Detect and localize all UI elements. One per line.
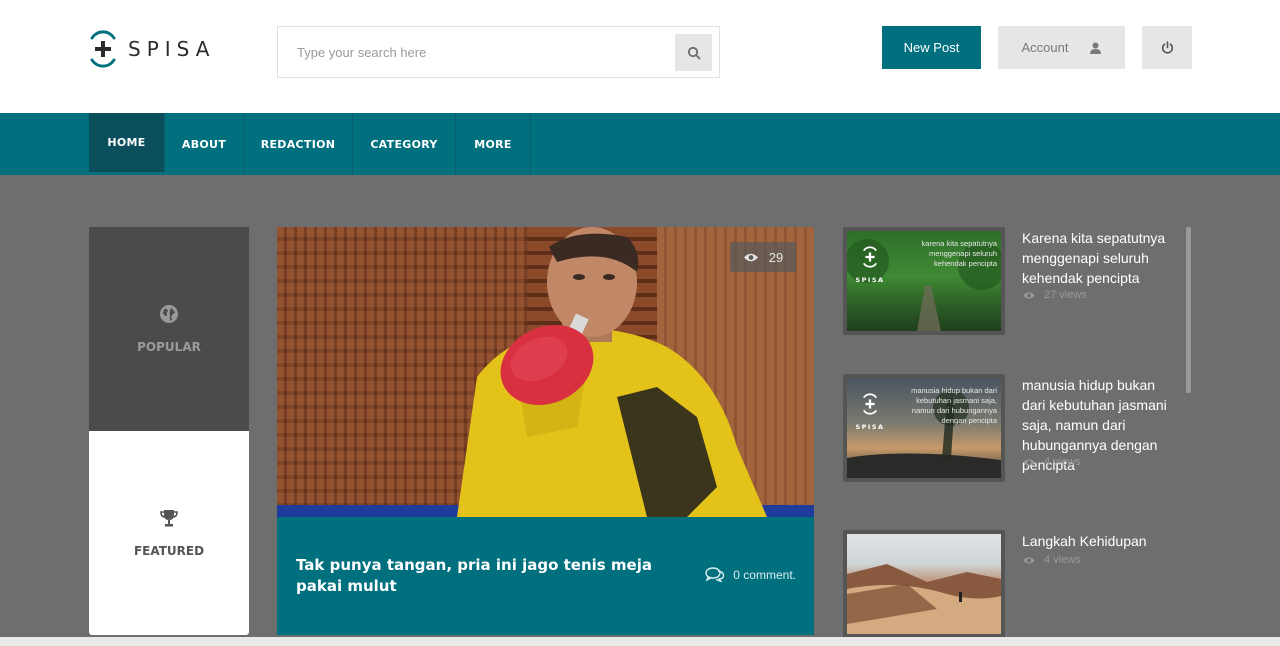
- search-input[interactable]: [278, 27, 668, 77]
- logout-button[interactable]: [1142, 26, 1192, 69]
- logo-text: SPISA: [128, 37, 216, 61]
- side-post-2-views-count: 4 views: [1044, 456, 1081, 468]
- side-post-2-views: 4 views: [1022, 456, 1081, 468]
- side-list-scrollbar[interactable]: [1186, 227, 1191, 393]
- side-post-3-views-count: 4 views: [1044, 554, 1081, 566]
- side-post-3-thumbnail[interactable]: [843, 530, 1005, 638]
- tab-popular[interactable]: POPULAR: [89, 227, 249, 431]
- eye-icon: [1023, 556, 1035, 564]
- nav-item-redaction[interactable]: REDACTION: [244, 113, 353, 175]
- search-button[interactable]: [675, 34, 712, 71]
- side-post-3-views: 4 views: [1022, 554, 1081, 566]
- tab-popular-label: POPULAR: [137, 340, 201, 354]
- search-box: [277, 26, 720, 78]
- logo-icon: [862, 393, 878, 415]
- featured-views-count: 29: [768, 249, 784, 265]
- side-post-1-thumbnail[interactable]: SPISA karena kita sepatutnya menggenapi …: [843, 227, 1005, 335]
- search-icon: [687, 46, 700, 59]
- eye-icon: [1023, 458, 1035, 466]
- bottom-strip: [0, 637, 1280, 646]
- nav-item-more[interactable]: MORE: [456, 113, 531, 175]
- featured-post-caption: Tak punya tangan, pria ini jago tenis me…: [277, 517, 814, 635]
- side-post-1-views: 27 views: [1022, 289, 1087, 301]
- site-header: SPISA New Post Account: [0, 0, 1280, 113]
- views-badge: 29: [730, 242, 796, 272]
- account-label: Account: [1021, 40, 1069, 55]
- featured-post[interactable]: 29 Tak punya tangan, pria ini jago tenis…: [277, 227, 814, 635]
- trophy-icon: [160, 510, 178, 527]
- logo-icon: [90, 30, 116, 68]
- thumb-logo: SPISA: [853, 392, 887, 431]
- new-post-button[interactable]: New Post: [882, 26, 981, 69]
- eye-icon: [1023, 291, 1035, 299]
- thumb-quote: manusia hidup bukan dari kebutuhan jasma…: [911, 386, 997, 425]
- side-post-1-title[interactable]: Karena kita sepatutnya menggenapi seluru…: [1022, 228, 1182, 288]
- logo-icon: [862, 246, 878, 268]
- thumb-brand-text: SPISA: [855, 276, 885, 284]
- site-logo[interactable]: SPISA: [88, 28, 215, 70]
- side-post-1-views-count: 27 views: [1044, 289, 1087, 301]
- main-nav: HOME ABOUT REDACTION CATEGORY MORE: [0, 113, 1280, 175]
- account-button[interactable]: Account: [998, 26, 1125, 69]
- featured-post-image[interactable]: 29: [277, 227, 814, 517]
- globe-icon: [160, 305, 178, 323]
- featured-post-comments[interactable]: 0 comment.: [705, 567, 796, 582]
- featured-post-title[interactable]: Tak punya tangan, pria ini jago tenis me…: [296, 555, 676, 597]
- side-post-3-title[interactable]: Langkah Kehidupan: [1022, 531, 1182, 551]
- new-post-label: New Post: [903, 40, 960, 55]
- user-icon: [1090, 42, 1102, 54]
- desert-image: [847, 564, 1001, 634]
- tab-featured-label: FEATURED: [133, 544, 205, 558]
- thumb-brand-text: SPISA: [855, 423, 885, 431]
- nav-item-about[interactable]: ABOUT: [165, 113, 244, 175]
- tab-featured[interactable]: FEATURED: [89, 431, 249, 635]
- side-post-2-thumbnail[interactable]: SPISA manusia hidup bukan dari kebutuhan…: [843, 374, 1005, 482]
- power-icon: [1161, 41, 1173, 54]
- nav-item-home[interactable]: HOME: [89, 113, 165, 172]
- nav-item-category[interactable]: CATEGORY: [353, 113, 456, 175]
- comments-icon: [705, 567, 725, 582]
- thumb-logo: SPISA: [853, 245, 887, 284]
- eye-icon: [743, 253, 758, 261]
- featured-comments-count: 0 comment.: [733, 567, 796, 582]
- thumb-quote: karena kita sepatutnya menggenapi seluru…: [921, 239, 997, 268]
